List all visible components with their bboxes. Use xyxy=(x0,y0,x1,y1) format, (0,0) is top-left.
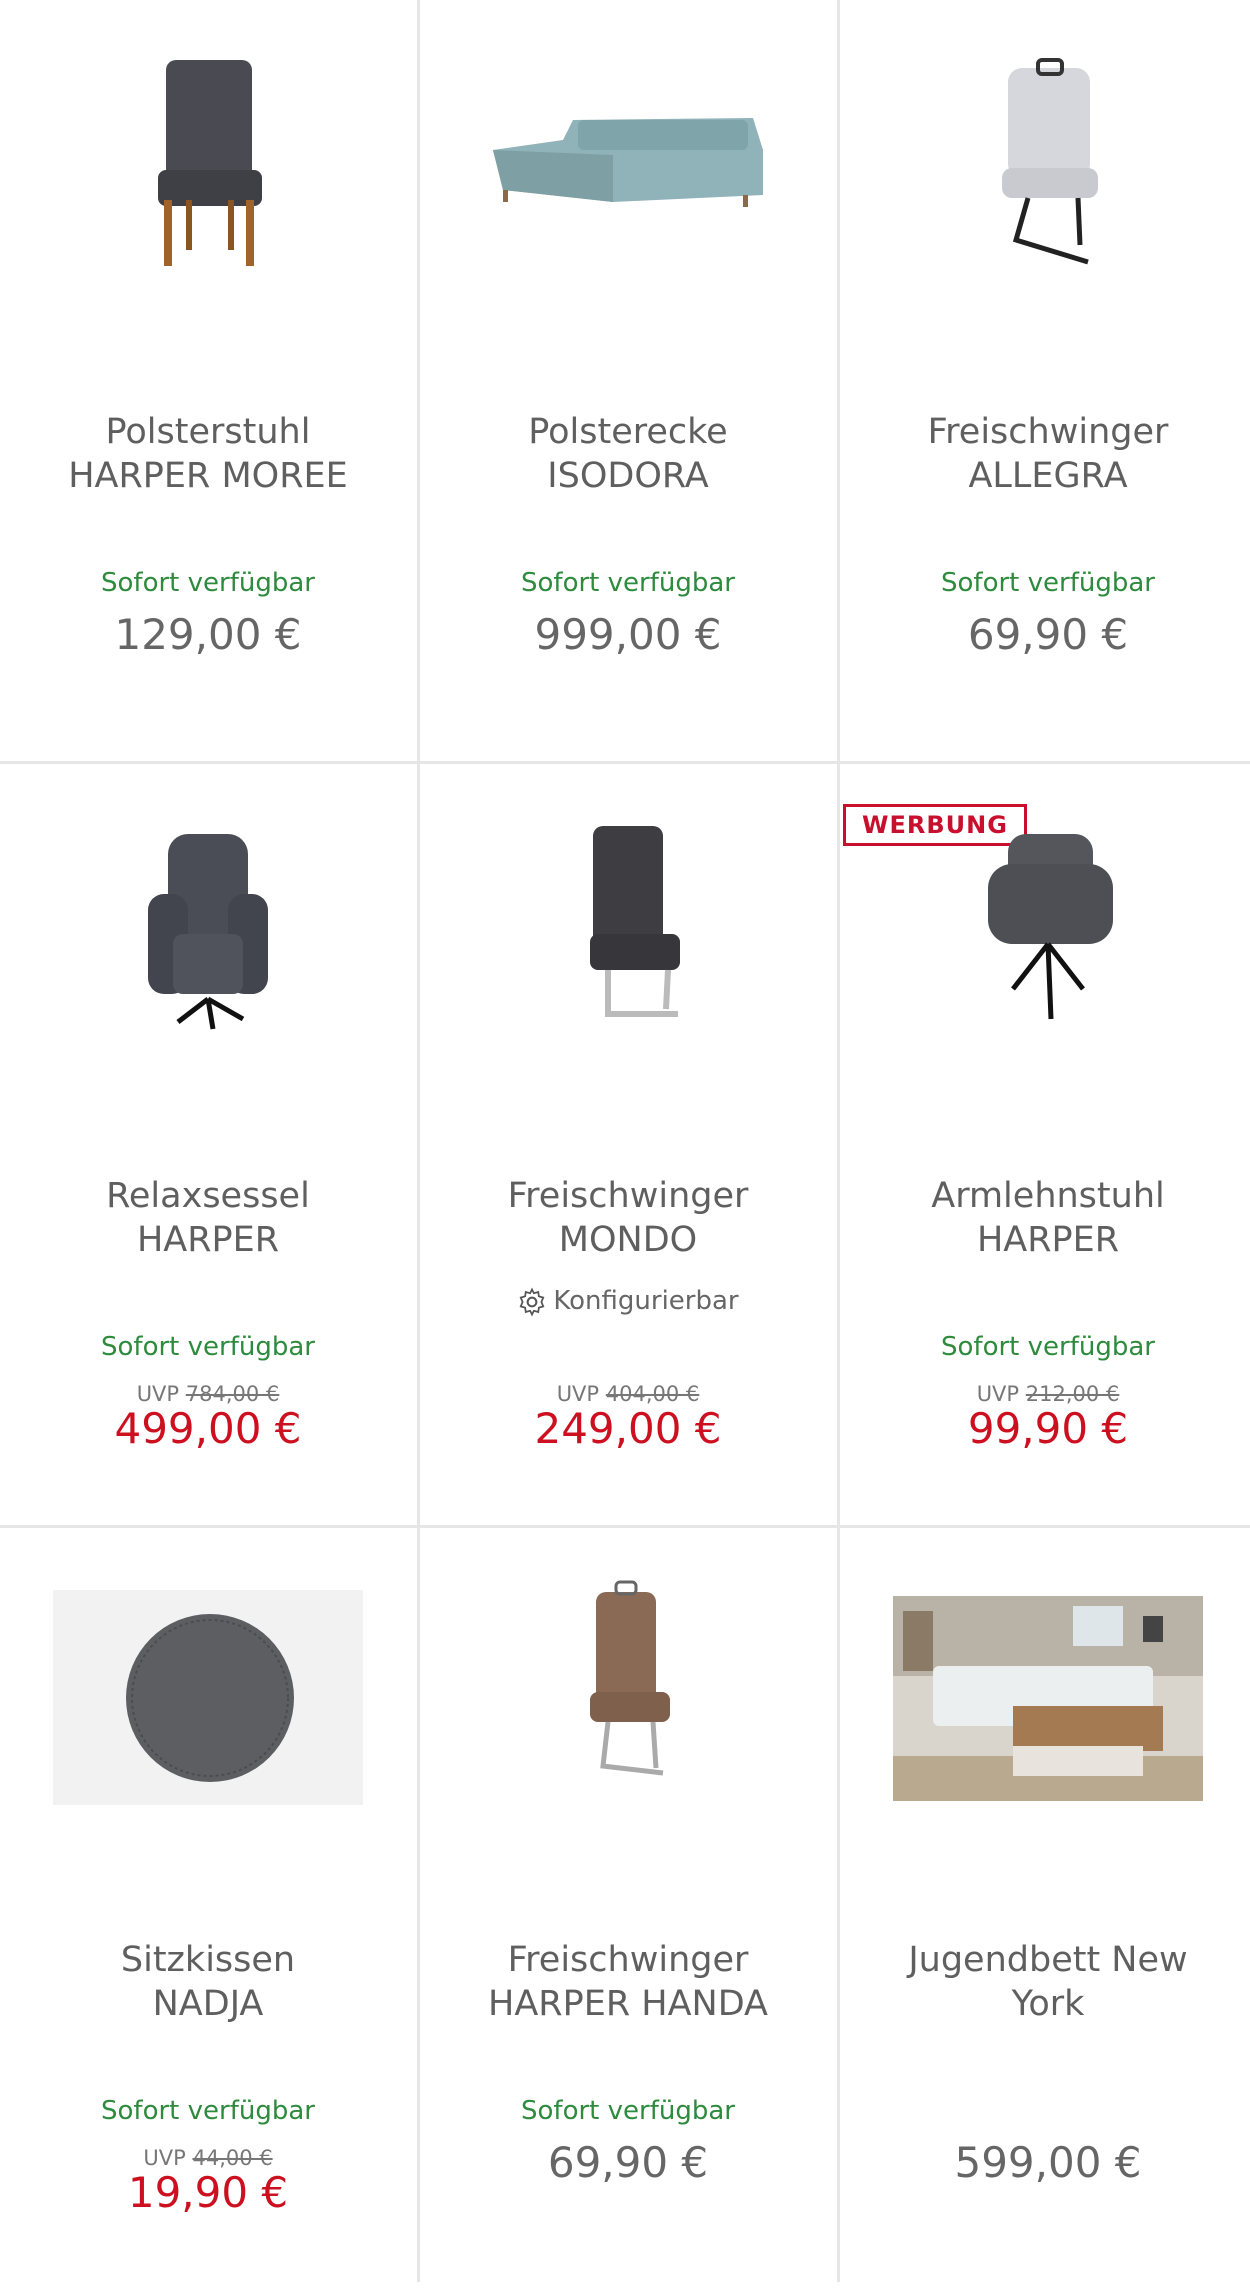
cantilever-chair-image xyxy=(590,826,680,1017)
price: 69,90 € xyxy=(967,610,1129,659)
uvp-price: UVP 212,00 € xyxy=(976,1382,1120,1406)
sale-price: 499,00 € xyxy=(114,1404,302,1453)
seat-cushion-image xyxy=(53,1590,363,1805)
price: 999,00 € xyxy=(534,610,722,659)
recliner-image xyxy=(148,834,268,1030)
uvp-price: UVP 44,00 € xyxy=(143,2146,273,2170)
availability-label: Sofort verfügbar xyxy=(941,568,1155,598)
product-image[interactable] xyxy=(0,40,416,300)
grid-divider xyxy=(0,1525,1250,1528)
price: 129,00 € xyxy=(114,610,302,659)
product-title[interactable]: Polsterstuhl HARPER MOREE xyxy=(10,410,406,498)
product-grid: Polsterstuhl HARPER MOREE Sofort verfügb… xyxy=(0,0,1250,2282)
product-card[interactable]: Relaxsessel HARPER Sofort verfügbar UVP … xyxy=(0,764,416,1528)
armchair-image xyxy=(988,834,1113,1020)
product-card[interactable]: Freischwinger ALLEGRA Sofort verfügbar 6… xyxy=(840,0,1250,764)
grid-divider xyxy=(417,0,420,2282)
product-image[interactable] xyxy=(420,804,836,1064)
product-card[interactable]: Freischwinger MONDO Konfigurierbar UVP 4… xyxy=(420,764,836,1528)
uvp-price: UVP 404,00 € xyxy=(556,1382,700,1406)
product-card[interactable]: Polsterstuhl HARPER MOREE Sofort verfügb… xyxy=(0,0,416,764)
youth-bed-image xyxy=(893,1596,1203,1801)
product-image[interactable] xyxy=(840,1568,1250,1828)
availability-label: Sofort verfügbar xyxy=(101,2096,315,2126)
uvp-price: UVP 784,00 € xyxy=(136,1382,280,1406)
price: 69,90 € xyxy=(547,2138,709,2187)
availability-label: Sofort verfügbar xyxy=(941,1332,1155,1362)
sale-price: 99,90 € xyxy=(967,1404,1129,1453)
cantilever-chair-image xyxy=(590,1580,670,1776)
upholstered-chair-image xyxy=(158,60,262,266)
product-card[interactable]: Polsterecke ISODORA Sofort verfügbar 999… xyxy=(420,0,836,764)
product-title[interactable]: Armlehnstuhl HARPER xyxy=(850,1174,1246,1262)
product-image[interactable] xyxy=(420,40,836,300)
sale-price: 249,00 € xyxy=(534,1404,722,1453)
sale-price: 19,90 € xyxy=(127,2168,289,2217)
gear-icon xyxy=(519,1287,545,1316)
availability-label: Sofort verfügbar xyxy=(521,2096,735,2126)
product-title[interactable]: Relaxsessel HARPER xyxy=(10,1174,406,1262)
product-title[interactable]: Polsterecke ISODORA xyxy=(430,410,826,498)
product-title[interactable]: Sitzkissen NADJA xyxy=(10,1938,406,2026)
price: 599,00 € xyxy=(954,2138,1142,2187)
availability-label: Sofort verfügbar xyxy=(101,1332,315,1362)
grid-divider xyxy=(837,0,840,2282)
configurable-label: Konfigurierbar xyxy=(420,1286,836,1317)
product-title[interactable]: Freischwinger HARPER HANDA xyxy=(430,1938,826,2026)
product-image[interactable] xyxy=(0,804,416,1064)
grid-divider xyxy=(0,761,1250,764)
product-image[interactable] xyxy=(840,40,1250,300)
product-image[interactable] xyxy=(0,1568,416,1828)
availability-label: Sofort verfügbar xyxy=(101,568,315,598)
product-image[interactable] xyxy=(420,1568,836,1828)
product-card[interactable]: Jugendbett New York 599,00 € xyxy=(840,1528,1250,2292)
availability-label: Sofort verfügbar xyxy=(521,568,735,598)
product-card[interactable]: Sitzkissen NADJA Sofort verfügbar UVP 44… xyxy=(0,1528,416,2292)
product-title[interactable]: Freischwinger ALLEGRA xyxy=(850,410,1246,498)
product-card[interactable]: WERBUNG Armlehnstuhl HARPER Sofort verfü… xyxy=(840,764,1250,1528)
product-card[interactable]: Freischwinger HARPER HANDA Sofort verfüg… xyxy=(420,1528,836,2292)
corner-sofa-image xyxy=(493,118,763,207)
product-title[interactable]: Jugendbett New York xyxy=(850,1938,1246,2026)
product-image[interactable] xyxy=(840,804,1250,1064)
cantilever-chair-image xyxy=(1002,58,1098,265)
product-title[interactable]: Freischwinger MONDO xyxy=(430,1174,826,1262)
